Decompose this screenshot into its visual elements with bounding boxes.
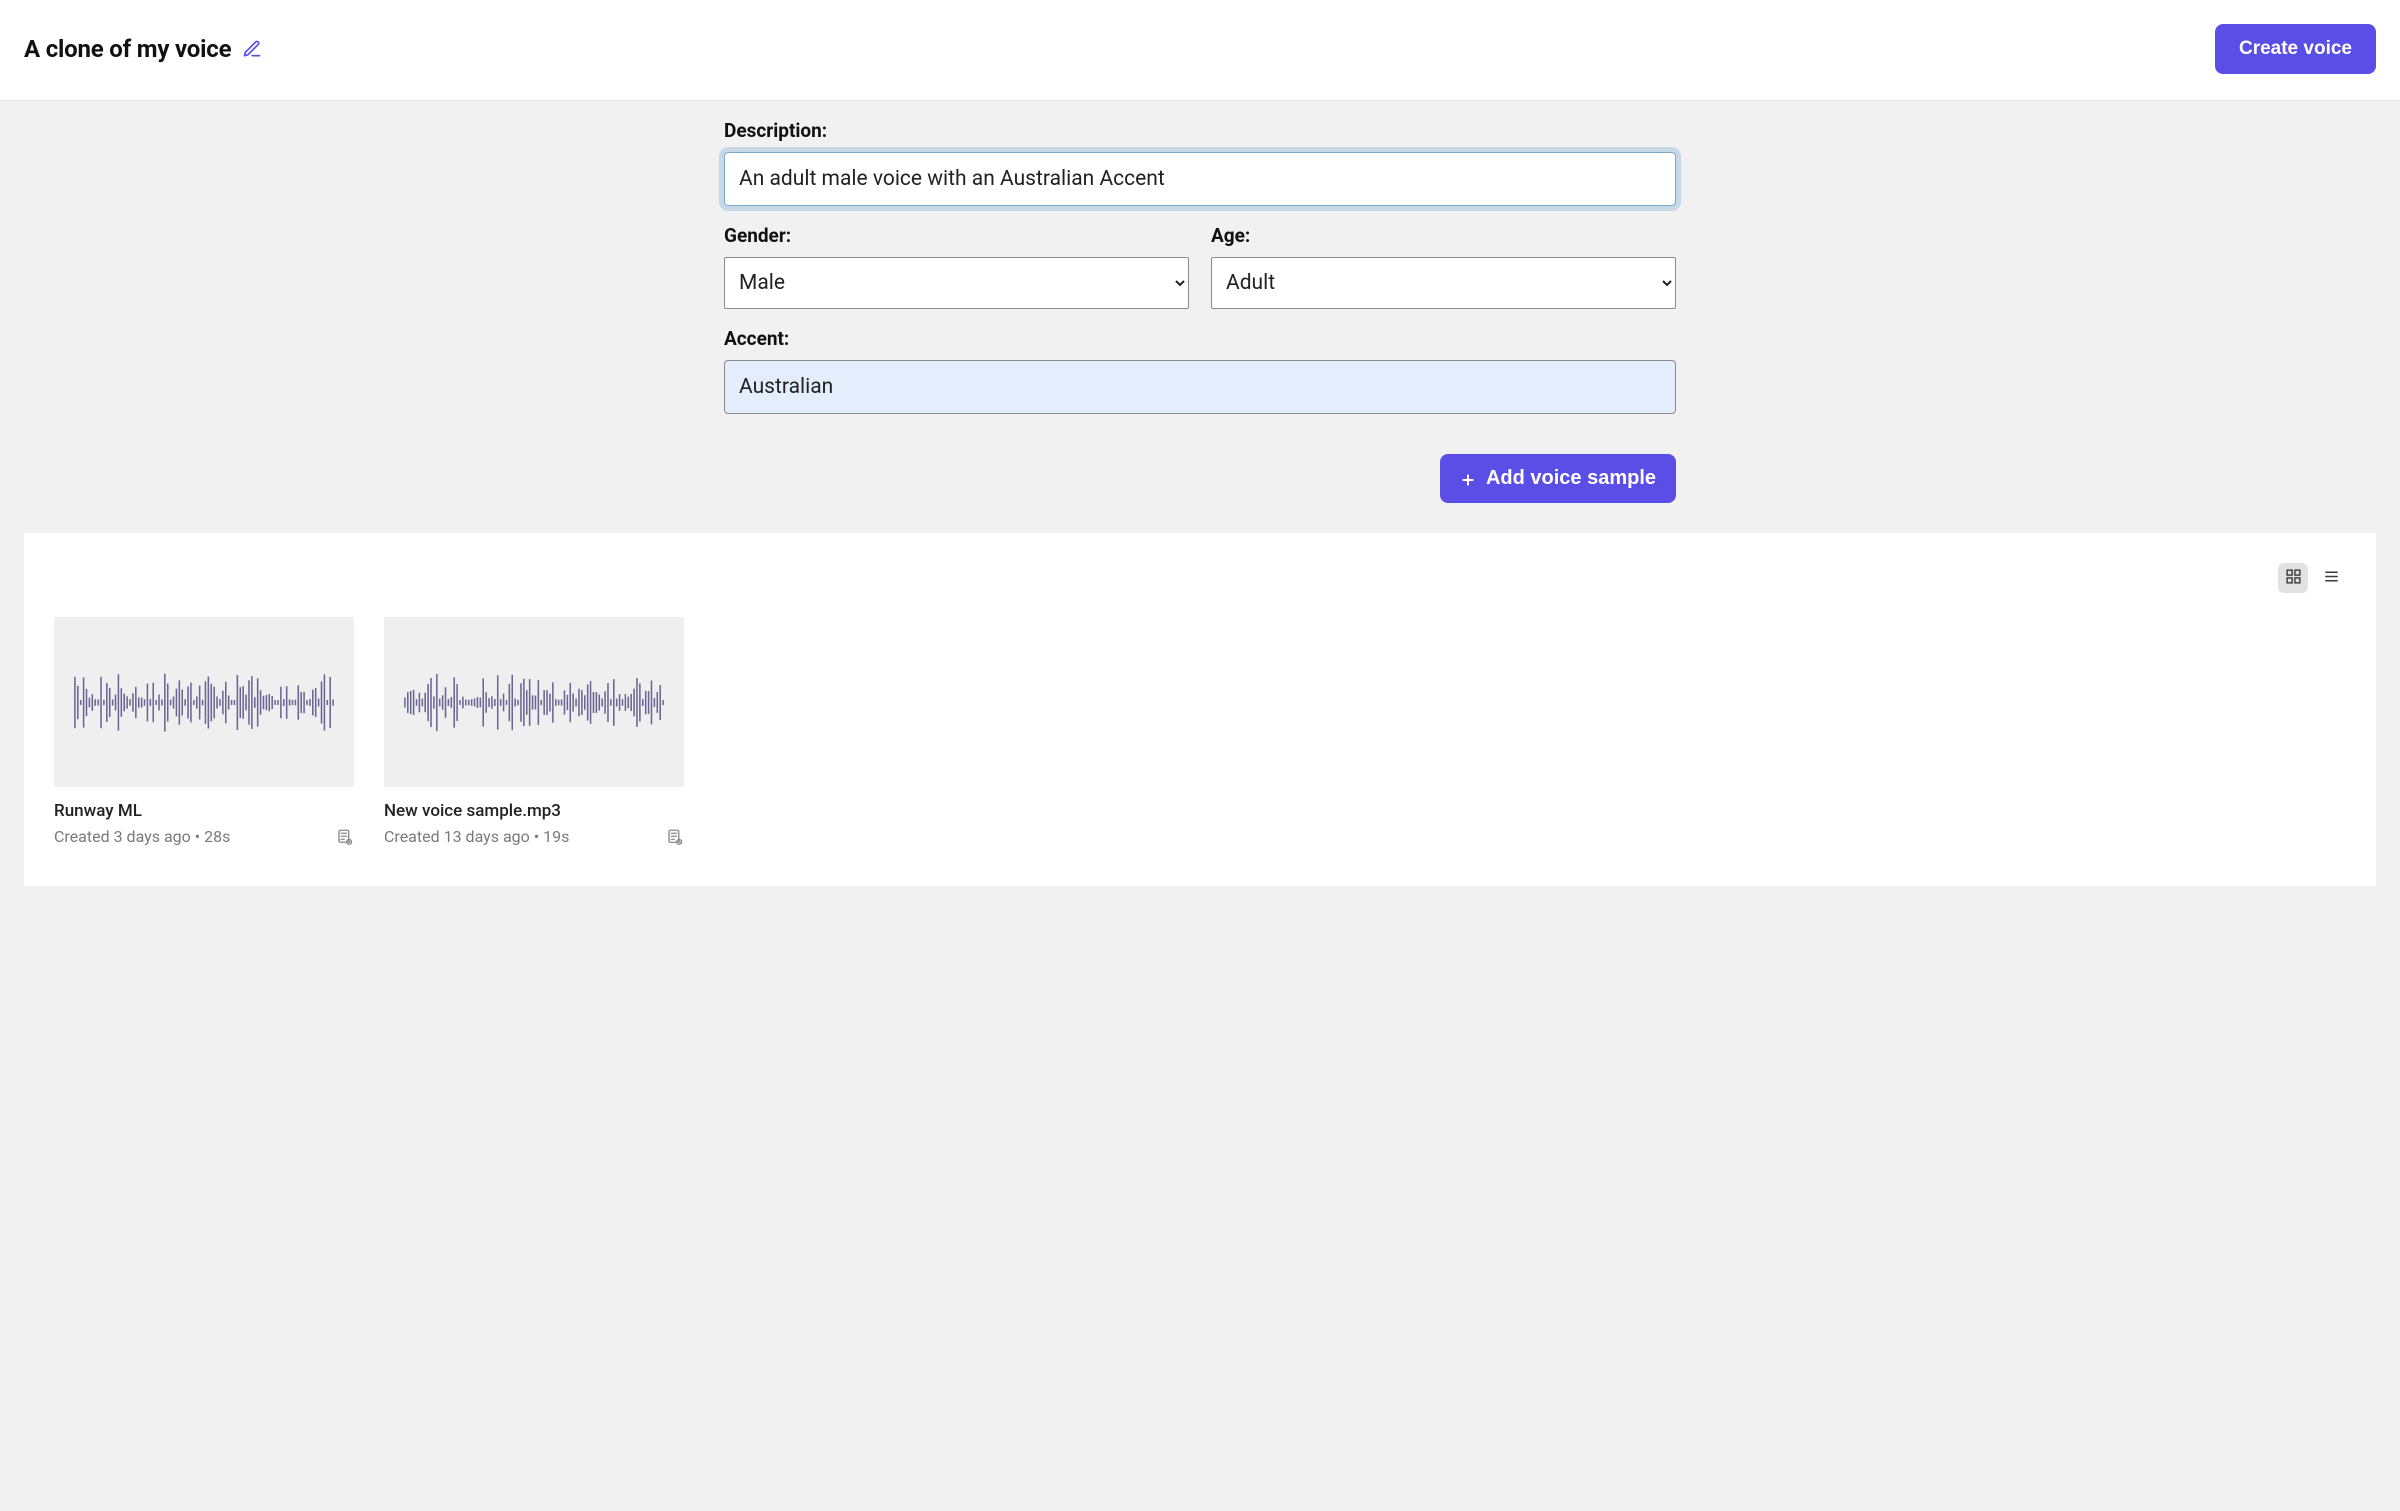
accent-input[interactable] [724, 360, 1676, 414]
sample-title: New voice sample.mp3 [384, 801, 684, 821]
grid-icon [2285, 568, 2302, 588]
sample-meta: Created 13 days ago • 19s [384, 827, 569, 846]
samples-panel: Runway ML Created 3 days ago • 28s New v… [24, 533, 2376, 886]
add-voice-sample-button[interactable]: Add voice sample [1440, 454, 1676, 503]
add-voice-sample-label: Add voice sample [1486, 467, 1656, 490]
sample-title: Runway ML [54, 801, 354, 821]
list-icon [2323, 568, 2340, 588]
age-select[interactable]: Adult [1211, 257, 1676, 309]
grid-view-button[interactable] [2278, 563, 2308, 593]
sample-meta: Created 3 days ago • 28s [54, 827, 230, 846]
accent-label: Accent: [724, 327, 1676, 350]
edit-title-icon[interactable] [241, 38, 263, 60]
sample-settings-icon[interactable] [336, 828, 354, 846]
gender-label: Gender: [724, 224, 1189, 247]
page-title: A clone of my voice [24, 35, 231, 63]
list-view-button[interactable] [2316, 563, 2346, 593]
description-input[interactable] [724, 152, 1676, 206]
description-label: Description: [724, 119, 1676, 142]
sample-settings-icon[interactable] [666, 828, 684, 846]
age-label: Age: [1211, 224, 1676, 247]
plus-icon [1460, 471, 1476, 487]
gender-select[interactable]: Male [724, 257, 1189, 309]
sample-card[interactable]: New voice sample.mp3 Created 13 days ago… [384, 617, 684, 846]
waveform-thumbnail[interactable] [384, 617, 684, 787]
sample-card[interactable]: Runway ML Created 3 days ago • 28s [54, 617, 354, 846]
create-voice-button[interactable]: Create voice [2215, 24, 2376, 74]
waveform-thumbnail[interactable] [54, 617, 354, 787]
